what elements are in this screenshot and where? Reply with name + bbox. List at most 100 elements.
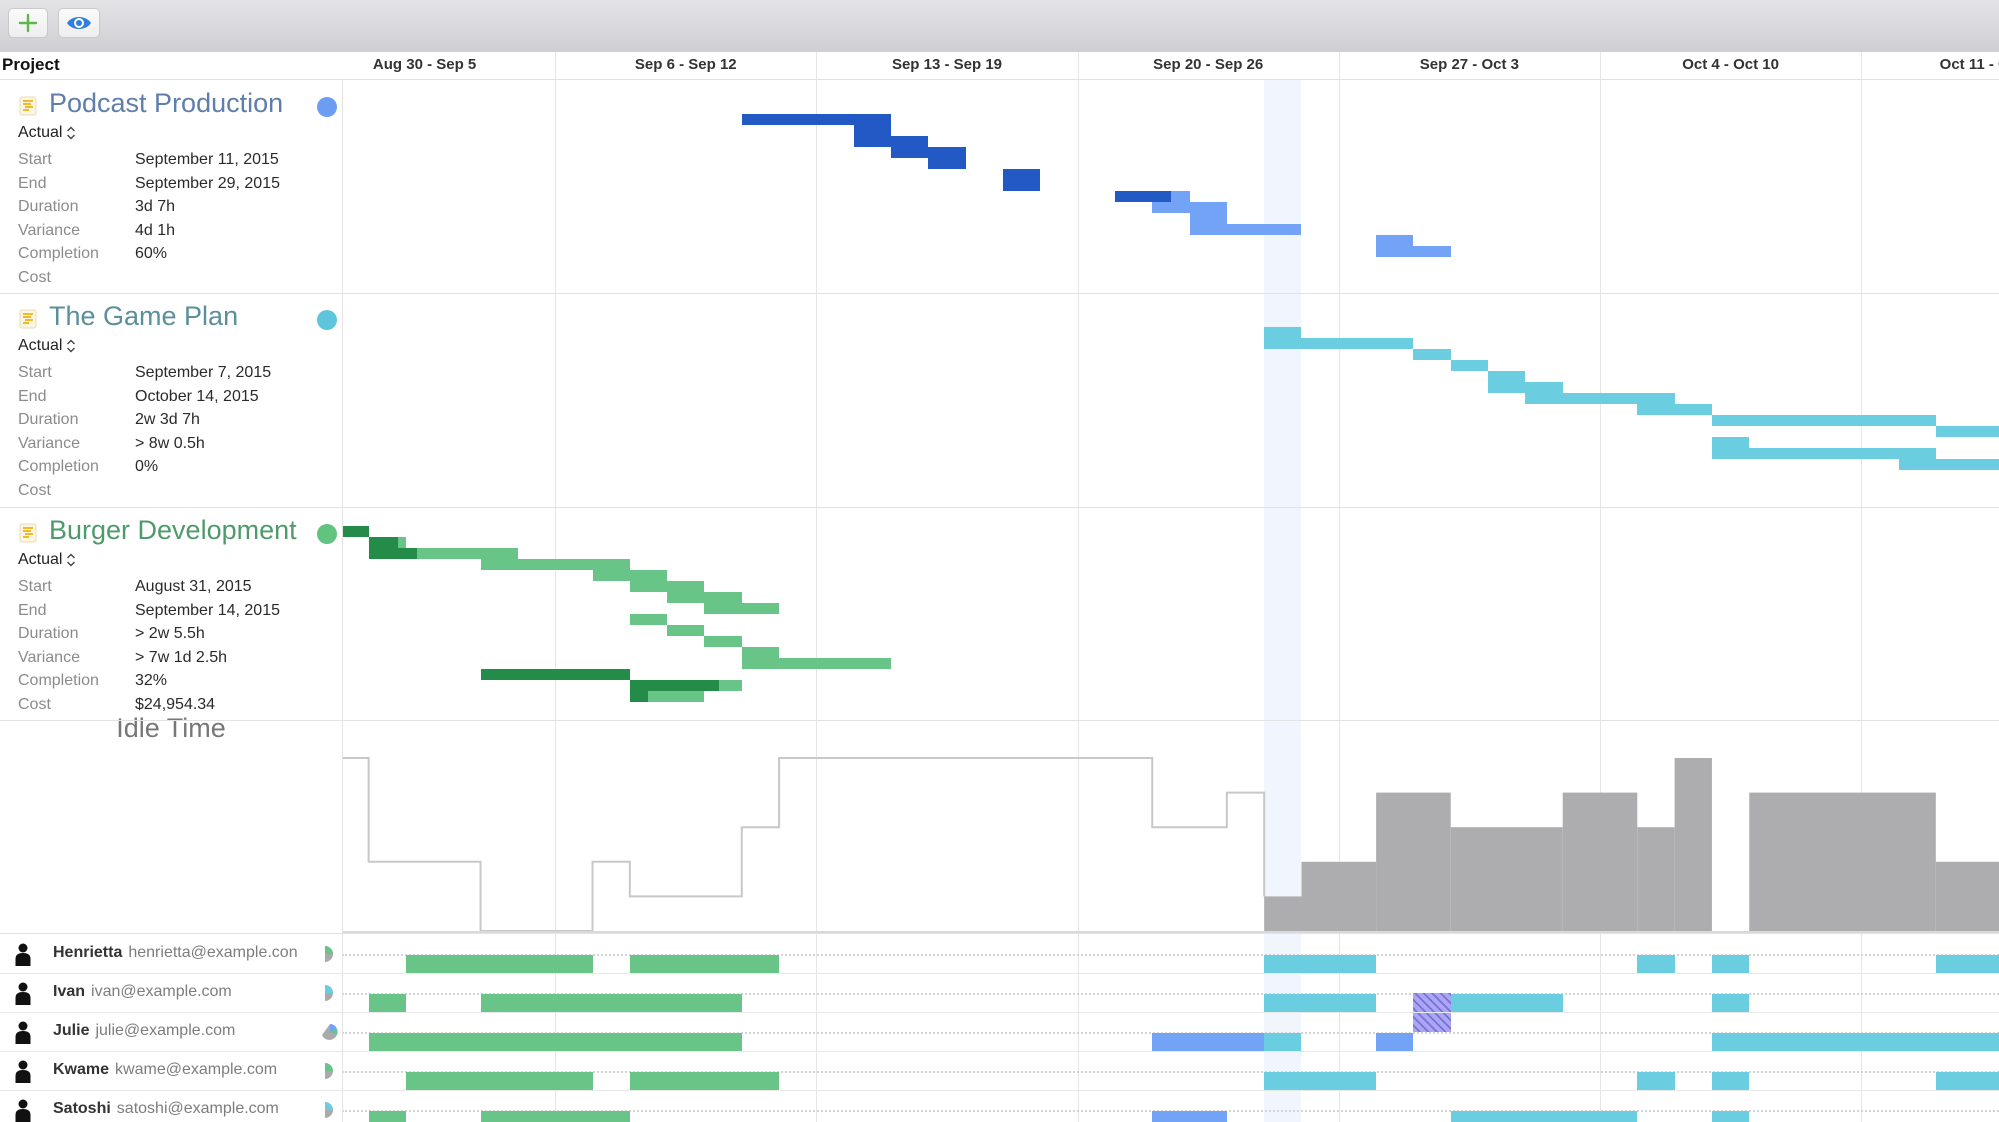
resource-assignment-bar[interactable] (1711, 955, 1750, 973)
field-value: > 7w 1d 2.5h (135, 648, 228, 666)
resource-assignment-bar[interactable] (1152, 1033, 1265, 1051)
resource-row[interactable]: Henrietta henrietta@example.con (0, 934, 342, 973)
week-label: Sep 13 - Sep 19 (891, 56, 1003, 73)
project-title[interactable]: Burger Development (49, 515, 297, 546)
resource-assignment-bar[interactable] (368, 994, 406, 1012)
resource-assignment-bar[interactable] (405, 955, 593, 973)
project-color-dot[interactable] (317, 524, 337, 544)
idle-time-outline (330, 757, 1266, 932)
field-value: September 14, 2015 (135, 601, 280, 619)
schedule-mode-select[interactable]: Actual (18, 124, 76, 142)
person-icon (14, 1021, 32, 1045)
field-duration: Duration 2w 3d 7h (18, 411, 338, 433)
field-completion: Completion 60% (18, 245, 338, 267)
resource-assignment-bar[interactable] (480, 994, 742, 1012)
week-label: Oct 11 - Oct 17 (1939, 56, 1999, 73)
project-the-game-plan: The Game Plan Actual Start September 7, 201… (0, 293, 342, 507)
resource-assignment-bar[interactable] (1637, 1072, 1675, 1090)
resource-assignment-bar[interactable] (1264, 1072, 1377, 1090)
resource-assignment-bar[interactable] (1711, 1072, 1750, 1090)
resource-assignment-bar[interactable] (1935, 955, 1999, 973)
schedule-mode-value: Actual (18, 124, 63, 141)
resource-email: henrietta@example.con (128, 944, 298, 961)
project-title[interactable]: The Game Plan (49, 301, 238, 332)
resource-assignment-bar[interactable] (1637, 955, 1675, 973)
idle-time-bar (1301, 861, 1377, 931)
field-cost: Cost (18, 482, 338, 504)
resource-name: Ivan ivan@example.com (53, 983, 232, 1001)
resource-assignment-bar[interactable] (368, 1033, 742, 1051)
resource-assignment-bar[interactable] (629, 955, 780, 973)
field-duration: Duration > 2w 5.5h (18, 625, 338, 647)
resource-assignment-bar[interactable] (1450, 994, 1563, 1012)
gantt-body: Podcast Production Actual Start September 1… (0, 80, 1999, 1122)
resource-name-text: Henrietta (53, 944, 123, 961)
eye-icon (67, 17, 91, 29)
view-button[interactable] (58, 8, 100, 38)
resource-row-divider (0, 1090, 1999, 1091)
up-down-chevron-icon (66, 553, 76, 567)
field-label: Completion (18, 458, 99, 476)
resource-name: Kwame kwame@example.com (53, 1061, 277, 1079)
header-week-divider (1077, 52, 1079, 79)
resource-row[interactable]: Kwame kwame@example.com (0, 1051, 342, 1090)
field-value: October 14, 2015 (135, 387, 259, 405)
field-value: September 7, 2015 (135, 364, 272, 381)
idle-time-bar (1450, 827, 1563, 931)
week-label: Oct 4 - Oct 10 (1682, 56, 1779, 73)
up-down-chevron-icon (66, 126, 76, 140)
week-label: Sep 27 - Oct 3 (1419, 56, 1519, 73)
resource-assignment-bar[interactable] (1711, 994, 1750, 1012)
field-label: End (18, 601, 47, 619)
project-title[interactable]: Podcast Production (49, 88, 283, 119)
project-panel: Podcast Production Actual Start September 1… (0, 80, 343, 1122)
resource-assignment-bar[interactable] (480, 1111, 630, 1122)
field-label: Variance (18, 648, 80, 666)
resource-name-text: Ivan (53, 983, 86, 1000)
schedule-mode-select[interactable]: Actual (18, 551, 76, 569)
field-value: 4d 1h (135, 221, 176, 239)
field-label: End (18, 174, 47, 192)
toolbar (0, 0, 1999, 53)
resource-assignment-bar[interactable] (1450, 1111, 1638, 1122)
field-start: Start September 11, 2015 (18, 151, 338, 173)
field-value: September 29, 2015 (135, 174, 280, 192)
header-week-divider (1861, 52, 1863, 79)
field-label: End (18, 387, 47, 405)
field-label: Completion (18, 245, 99, 263)
resource-assignment-bar[interactable] (1711, 1111, 1750, 1122)
idle-time-bar (1264, 896, 1302, 931)
plus-icon (18, 13, 38, 33)
person-icon (14, 1099, 32, 1122)
resource-assignment-bar[interactable] (1264, 955, 1377, 973)
resource-row[interactable]: Julie julie@example.com (0, 1012, 342, 1051)
resource-name-text: Satoshi (53, 1100, 111, 1117)
project-color-dot[interactable] (317, 97, 337, 117)
field-label: Completion (18, 672, 99, 690)
idle-time-label: Idle Time (116, 713, 226, 743)
resource-assignment-bar[interactable] (1711, 1033, 1999, 1051)
field-value: 0% (135, 458, 159, 476)
add-button[interactable] (8, 8, 48, 38)
resource-row-divider (0, 973, 1999, 974)
resource-assignment-bar[interactable] (405, 1072, 593, 1090)
resource-assignment-bar[interactable] (1935, 1072, 1999, 1090)
project-document-icon (19, 309, 37, 329)
field-label: Cost (18, 696, 51, 713)
resource-assignment-bar[interactable] (629, 1072, 780, 1090)
schedule-mode-select[interactable]: Actual (18, 337, 76, 355)
resource-assignment-bar[interactable] (1264, 1033, 1302, 1051)
resource-row[interactable]: Satoshi satoshi@example.com (0, 1090, 342, 1122)
resource-assignment-bar[interactable] (368, 1111, 406, 1122)
allocation-pie-icon (322, 945, 338, 963)
resource-assignment-bar[interactable] (1264, 994, 1377, 1012)
project-color-dot[interactable] (317, 310, 337, 330)
person-icon (14, 943, 32, 967)
resource-name: Henrietta henrietta@example.con (53, 944, 298, 962)
field-label: Cost (18, 482, 51, 499)
resource-row[interactable]: Ivan ivan@example.com (0, 973, 342, 1012)
field-cost: Cost (18, 269, 338, 291)
resource-assignment-bar[interactable] (1152, 1111, 1227, 1122)
allocation-pie-icon (322, 1023, 338, 1041)
resource-assignment-bar[interactable] (1376, 1033, 1414, 1051)
